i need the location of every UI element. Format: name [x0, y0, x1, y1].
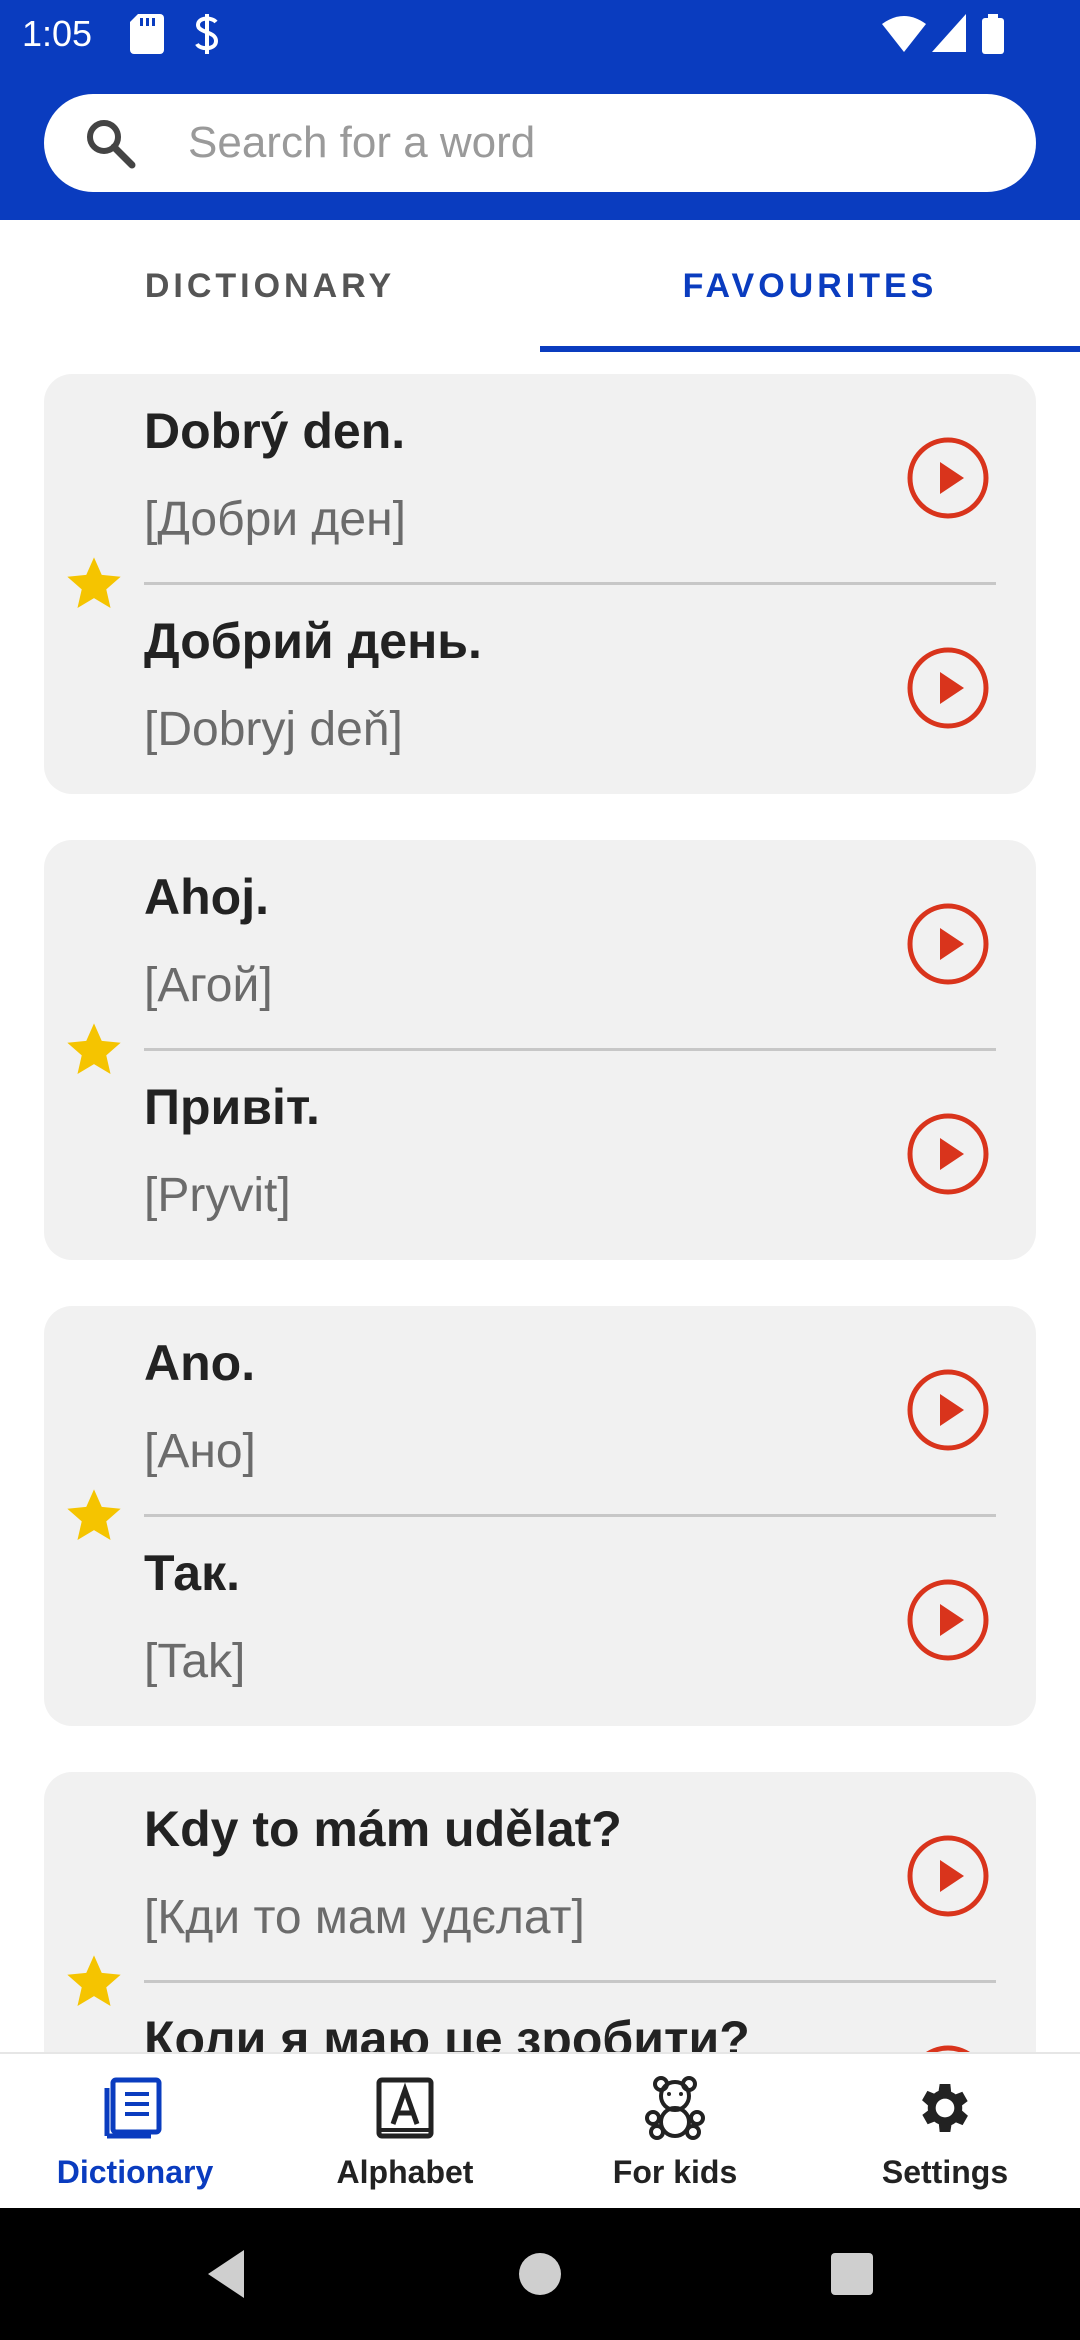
- transliteration-text: [Tak]: [144, 1635, 246, 1688]
- transliteration-text: [Ано]: [144, 1425, 256, 1478]
- transliteration-text: [Pryvit]: [144, 1169, 291, 1222]
- favourites-list[interactable]: Dobrý den. [Добри ден] Добрий день. [Dob…: [0, 352, 1080, 2052]
- star-icon[interactable]: [62, 1484, 126, 1548]
- favourite-card: Dobrý den. [Добри ден] Добрий день. [Dob…: [44, 374, 1036, 794]
- nav-item-for-kids[interactable]: For kids: [540, 2054, 810, 2210]
- search-icon: [84, 117, 136, 169]
- tab-favourites[interactable]: FAVOURITES: [540, 220, 1080, 352]
- phrase-text: Ano.: [144, 1335, 256, 1391]
- nav-label: For kids: [612, 2154, 738, 2190]
- home-icon[interactable]: [510, 2244, 570, 2304]
- play-audio-icon[interactable]: [906, 646, 990, 730]
- wifi-icon: [882, 14, 926, 59]
- phrase-row: Так. [Tak]: [144, 1516, 1036, 1726]
- bottom-navigation: Dictionary Alphabet For kids Settings: [0, 2052, 1080, 2208]
- phrase-row: Коли я маю це зробити?: [144, 1982, 1036, 2052]
- play-audio-icon[interactable]: [906, 436, 990, 520]
- gear-icon: [913, 2076, 977, 2140]
- tab-dictionary[interactable]: DICTIONARY: [0, 220, 540, 352]
- play-audio-icon[interactable]: [906, 902, 990, 986]
- signal-icon: [932, 14, 966, 59]
- phrase-row: Dobrý den. [Добри ден]: [144, 374, 1036, 584]
- transliteration-text: [Кди то мам удєлат]: [144, 1891, 585, 1944]
- alphabet-icon: [373, 2076, 437, 2140]
- app-notification-icon: [190, 14, 224, 59]
- phrase-row: Ano. [Ано]: [144, 1306, 1036, 1516]
- play-audio-icon[interactable]: [906, 1578, 990, 1662]
- phrase-text: Dobrý den.: [144, 403, 406, 459]
- recents-icon[interactable]: [822, 2244, 882, 2304]
- star-icon[interactable]: [62, 552, 126, 616]
- nav-label: Dictionary: [56, 2154, 214, 2190]
- phrase-row: Добрий день. [Dobryj deň]: [144, 584, 1036, 794]
- play-audio-icon[interactable]: [906, 2044, 990, 2052]
- book-icon: [103, 2076, 167, 2140]
- transliteration-text: [Dobryj deň]: [144, 703, 403, 756]
- teddy-bear-icon: [643, 2076, 707, 2140]
- play-audio-icon[interactable]: [906, 1112, 990, 1196]
- favourite-card: Ahoj. [Агой] Привіт. [Pryvit]: [44, 840, 1036, 1260]
- phrase-text: Ahoj.: [144, 869, 269, 925]
- star-icon[interactable]: [62, 1018, 126, 1082]
- app-header: 1:05: [0, 0, 1080, 220]
- status-time: 1:05: [22, 13, 93, 54]
- phrase-row: Ahoj. [Агой]: [144, 840, 1036, 1050]
- back-icon[interactable]: [196, 2244, 256, 2304]
- nav-item-dictionary[interactable]: Dictionary: [0, 2054, 270, 2210]
- sd-card-icon: [130, 14, 164, 59]
- star-icon[interactable]: [62, 1950, 126, 2014]
- transliteration-text: [Добри ден]: [144, 493, 406, 546]
- search-input[interactable]: [188, 94, 1008, 192]
- nav-item-alphabet[interactable]: Alphabet: [270, 2054, 540, 2210]
- nav-label: Settings: [881, 2154, 1009, 2190]
- search-bar[interactable]: [44, 94, 1036, 192]
- play-audio-icon[interactable]: [906, 1834, 990, 1918]
- transliteration-text: [Агой]: [144, 959, 273, 1012]
- phrase-text: Добрий день.: [144, 613, 482, 669]
- phrase-row: Привіт. [Pryvit]: [144, 1050, 1036, 1260]
- phrase-row: Kdy to mám udělat? [Кди то мам удєлат]: [144, 1772, 1036, 1982]
- phrase-text: Kdy to mám udělat?: [144, 1801, 622, 1857]
- play-audio-icon[interactable]: [906, 1368, 990, 1452]
- battery-icon: [982, 14, 1004, 59]
- nav-item-settings[interactable]: Settings: [810, 2054, 1080, 2210]
- phrase-text: Так.: [144, 1545, 241, 1601]
- status-bar: 1:05: [0, 0, 1080, 68]
- phrase-text: Привіт.: [144, 1079, 320, 1135]
- favourite-card: Kdy to mám udělat? [Кди то мам удєлат] К…: [44, 1772, 1036, 2052]
- favourite-card: Ano. [Ано] Так. [Tak]: [44, 1306, 1036, 1726]
- tab-bar: DICTIONARY FAVOURITES: [0, 220, 1080, 352]
- system-navigation-bar: [0, 2208, 1080, 2340]
- phrase-text: Коли я маю це зробити?: [144, 2011, 750, 2052]
- nav-label: Alphabet: [336, 2154, 474, 2190]
